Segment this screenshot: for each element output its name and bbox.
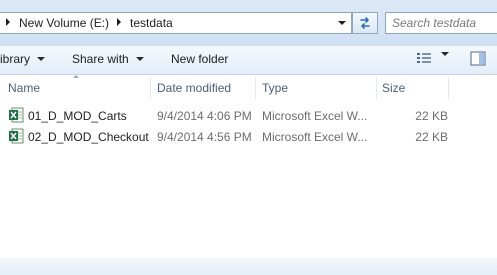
- new-folder-button[interactable]: New folder: [171, 52, 228, 66]
- chevron-down-icon: [37, 57, 46, 61]
- chevron-down-icon: [441, 52, 449, 56]
- address-bar[interactable]: New Volume (E:) testdata: [0, 12, 352, 34]
- library-label: ibrary: [0, 52, 31, 66]
- refresh-button[interactable]: [352, 12, 378, 34]
- column-header-date-modified[interactable]: Date modified: [157, 81, 231, 95]
- file-row[interactable]: 01_D_MOD_Carts 9/4/2014 4:06 PM Microsof…: [0, 106, 497, 126]
- breadcrumb-testdata[interactable]: testdata: [130, 16, 173, 30]
- share-with-label: Share with: [72, 52, 129, 66]
- details-pane: [0, 258, 497, 275]
- file-size: 22 KB: [415, 130, 448, 144]
- preview-pane-icon: [470, 51, 486, 66]
- column-headers: Name Date modified Type Size: [0, 75, 497, 101]
- share-with-button[interactable]: Share with: [72, 52, 144, 66]
- command-bar: ibrary Share with New folder: [0, 46, 497, 75]
- column-divider[interactable]: [448, 77, 449, 99]
- file-name: 02_D_MOD_Checkout: [28, 130, 149, 144]
- breadcrumb-chevron-icon[interactable]: [117, 18, 121, 26]
- file-date-modified: 9/4/2014 4:56 PM: [157, 130, 252, 144]
- view-options-dropdown[interactable]: [441, 52, 449, 56]
- file-row[interactable]: 02_D_MOD_Checkout 9/4/2014 4:56 PM Micro…: [0, 127, 497, 147]
- file-date-modified: 9/4/2014 4:06 PM: [157, 109, 252, 123]
- address-dropdown-button[interactable]: [333, 13, 351, 33]
- change-view-button[interactable]: [416, 51, 432, 65]
- column-divider[interactable]: [255, 77, 256, 99]
- file-name: 01_D_MOD_Carts: [28, 109, 127, 123]
- details-view-icon: [417, 53, 431, 63]
- excel-file-icon: [9, 107, 24, 123]
- column-header-size[interactable]: Size: [382, 81, 405, 95]
- file-size: 22 KB: [415, 109, 448, 123]
- chevron-down-icon: [338, 21, 346, 25]
- search-box[interactable]: [385, 12, 497, 34]
- refresh-icon: [360, 17, 370, 29]
- search-input[interactable]: [392, 16, 496, 30]
- preview-pane-button[interactable]: [470, 51, 486, 66]
- sort-ascending-icon: [73, 75, 79, 78]
- breadcrumb-chevron-icon[interactable]: [6, 18, 10, 26]
- chevron-down-icon: [135, 57, 144, 61]
- file-type: Microsoft Excel W...: [262, 109, 368, 123]
- breadcrumb-new-volume[interactable]: New Volume (E:): [19, 16, 109, 30]
- file-type: Microsoft Excel W...: [262, 130, 368, 144]
- new-folder-label: New folder: [171, 52, 229, 66]
- excel-file-icon: [9, 128, 24, 144]
- explorer-window: New Volume (E:) testdata ibrary Share wi…: [0, 0, 497, 275]
- column-divider[interactable]: [150, 77, 151, 99]
- address-row: New Volume (E:) testdata: [0, 0, 497, 47]
- column-header-name[interactable]: Name: [8, 81, 40, 95]
- include-in-library-button[interactable]: ibrary: [0, 52, 46, 66]
- column-header-type[interactable]: Type: [262, 81, 288, 95]
- column-divider[interactable]: [376, 77, 377, 99]
